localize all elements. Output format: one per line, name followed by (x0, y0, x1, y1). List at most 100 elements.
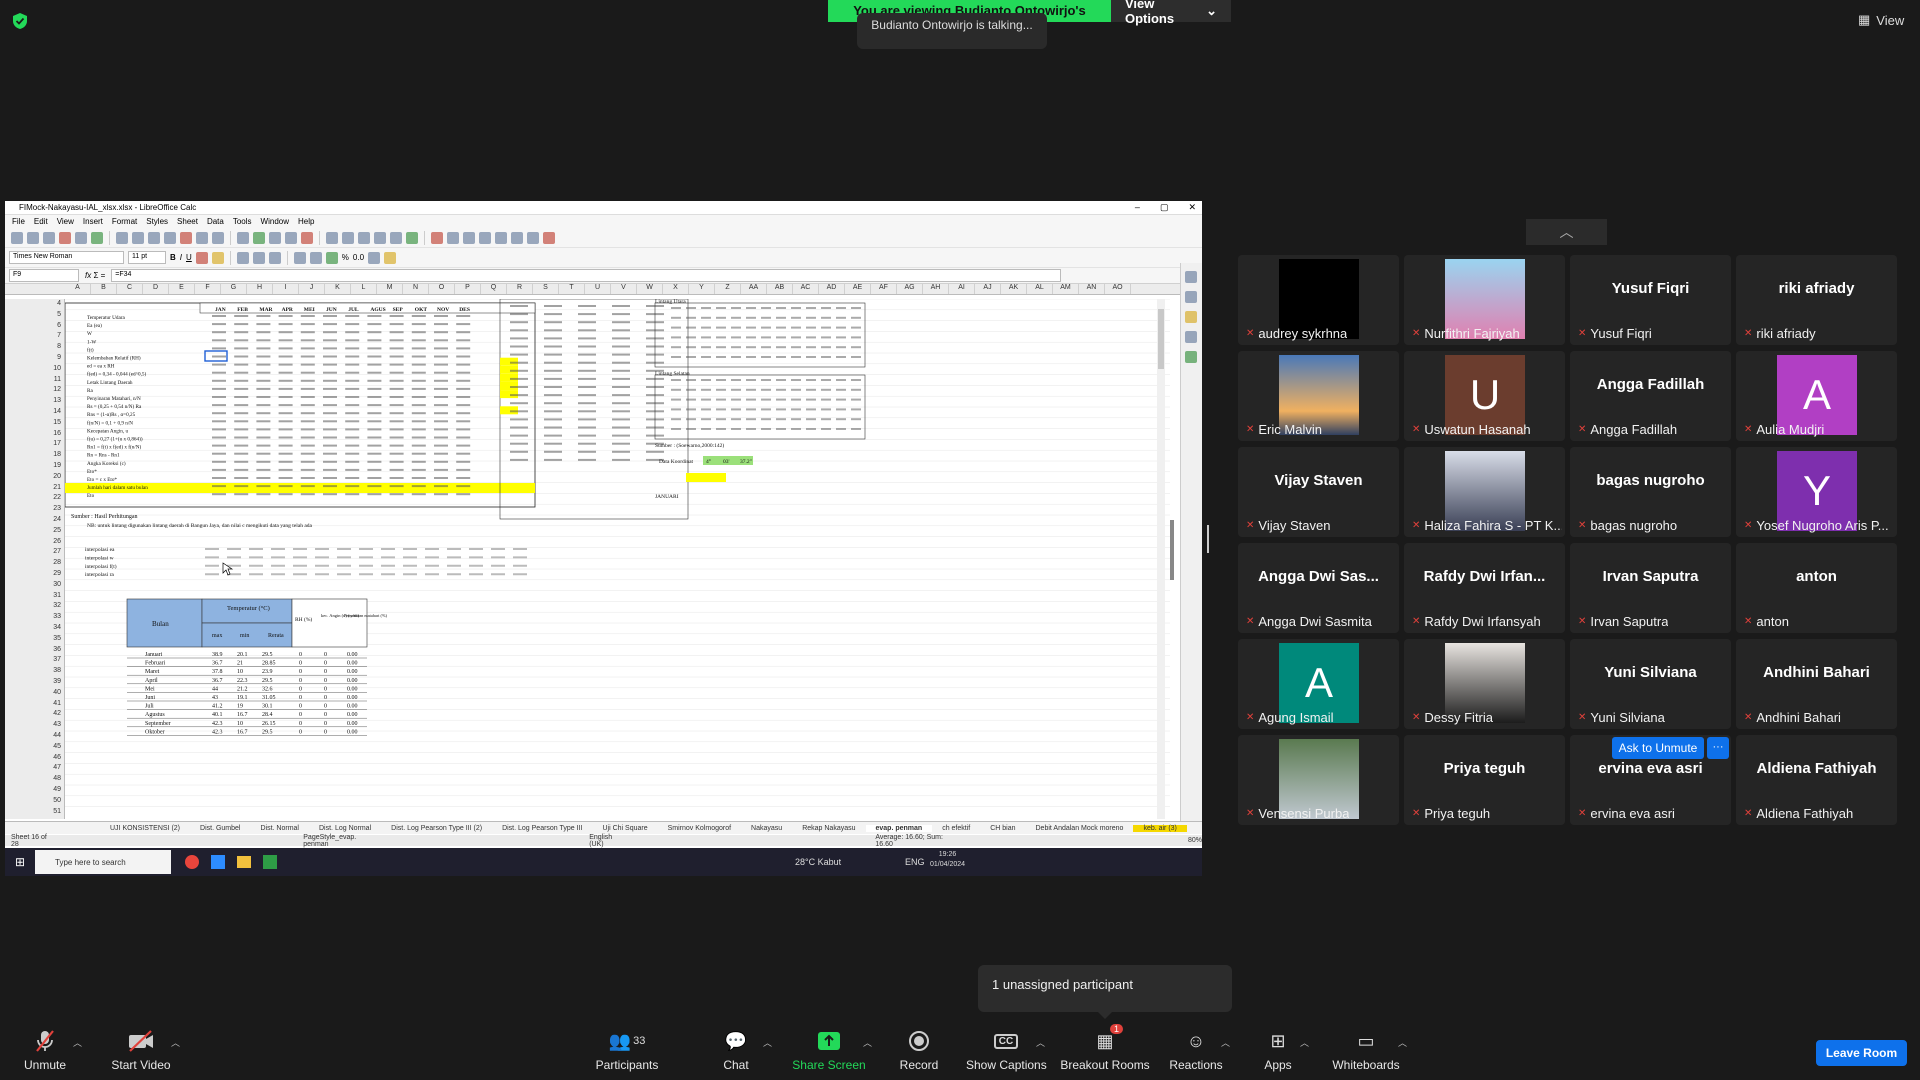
redo-icon[interactable] (212, 231, 224, 244)
row-number[interactable]: 30 (53, 580, 61, 590)
row-number[interactable]: 20 (53, 472, 61, 482)
participant-tile[interactable]: Aldiena Fathiyah ✕ Aldiena Fathiyah (1736, 735, 1897, 825)
percent-icon[interactable]: % (342, 253, 349, 262)
more-options-button[interactable]: ··· (1707, 737, 1729, 759)
sheet-tab[interactable]: Nakayasu (741, 825, 792, 832)
row-number[interactable]: 12 (53, 385, 61, 395)
minimize-icon[interactable]: – (1135, 202, 1140, 213)
participant-tile[interactable]: Y ✕ Yosef Nugroho Aris P... (1736, 447, 1897, 537)
view-options-button[interactable]: View Options ⌄ (1111, 0, 1231, 26)
chat-button[interactable]: 💬 Chat (716, 1028, 756, 1073)
column-header[interactable]: H (247, 284, 273, 294)
participant-tile[interactable]: Angga Fadillah ✕ Angga Fadillah (1570, 351, 1731, 441)
apps-caret-icon[interactable]: ︿ (1300, 1036, 1309, 1049)
row-number[interactable]: 44 (53, 731, 61, 741)
column-header[interactable]: P (455, 284, 481, 294)
spelling-icon[interactable] (253, 231, 265, 244)
participant-tile[interactable]: ✕ Haliza Fahira S - PT K... (1404, 447, 1565, 537)
column-header[interactable]: Z (715, 284, 741, 294)
clock[interactable]: 19:26 01/04/2024 (930, 850, 965, 870)
participants-button[interactable]: 👥 33 Participants (592, 1028, 662, 1073)
sheet-tab[interactable]: Smirnov Kolmogorof (658, 825, 741, 832)
functions-icon[interactable] (1185, 351, 1197, 363)
define-print-icon[interactable] (495, 231, 507, 244)
row-number[interactable]: 13 (53, 396, 61, 406)
sheet-tab[interactable]: evap. penman (865, 824, 933, 832)
participant-tile[interactable]: bagas nugroho ✕ bagas nugroho (1570, 447, 1731, 537)
row-number[interactable]: 25 (53, 526, 61, 536)
align-right-icon[interactable] (268, 251, 281, 264)
column-header[interactable]: N (403, 284, 429, 294)
row-number[interactable]: 45 (53, 742, 61, 752)
apps-button[interactable]: ⊞ Apps (1260, 1028, 1296, 1073)
security-shield-icon[interactable] (12, 12, 28, 30)
menu-item-window[interactable]: Window (261, 217, 289, 226)
column-header[interactable]: AN (1079, 284, 1105, 294)
styles-icon[interactable] (1185, 291, 1197, 303)
row-number[interactable]: 21 (53, 483, 61, 493)
column-header[interactable]: T (559, 284, 585, 294)
row-number[interactable]: 47 (53, 763, 61, 773)
currency-icon[interactable] (325, 251, 338, 264)
column-header[interactable]: AO (1105, 284, 1131, 294)
show-draw-icon[interactable] (543, 231, 555, 244)
print-preview-icon[interactable] (91, 231, 103, 244)
participant-tile[interactable]: riki afriady ✕ riki afriady (1736, 255, 1897, 345)
column-header[interactable]: AM (1053, 284, 1079, 294)
participant-tile[interactable]: ✕ Vensensi Purba (1238, 735, 1399, 825)
row-number[interactable]: 35 (53, 634, 61, 644)
row-number[interactable]: 34 (53, 623, 61, 633)
column-header[interactable]: U (585, 284, 611, 294)
column-header[interactable]: AD (819, 284, 845, 294)
row-number[interactable]: 33 (53, 612, 61, 622)
freeze-icon[interactable] (511, 231, 523, 244)
row-number[interactable]: 49 (53, 785, 61, 795)
borders-icon[interactable] (368, 251, 381, 264)
clone-icon[interactable] (164, 231, 176, 244)
menu-item-format[interactable]: Format (112, 217, 137, 226)
row-number[interactable]: 43 (53, 720, 61, 730)
row-number[interactable]: 14 (53, 407, 61, 417)
autofilter-icon[interactable] (358, 231, 370, 244)
row-number[interactable]: 42 (53, 709, 61, 719)
close-icon[interactable]: ✕ (1188, 202, 1196, 213)
align-left-icon[interactable] (236, 251, 249, 264)
column-header[interactable]: E (169, 284, 195, 294)
column-header[interactable]: A (65, 284, 91, 294)
navigator-icon[interactable] (1185, 331, 1197, 343)
sheet-tab[interactable]: Rekap Nakayasu (792, 825, 865, 832)
row-number[interactable]: 37 (53, 655, 61, 665)
properties-icon[interactable] (1185, 271, 1197, 283)
participant-tile[interactable]: ✕ Nurfithri Fajriyah (1404, 255, 1565, 345)
menu-item-file[interactable]: File (12, 217, 25, 226)
column-header[interactable]: C (117, 284, 143, 294)
image-icon[interactable] (374, 231, 386, 244)
column-header[interactable]: R (507, 284, 533, 294)
row-number[interactable]: 4 (57, 299, 61, 309)
column-header[interactable]: AG (897, 284, 923, 294)
breakout-rooms-button[interactable]: ▦ 1 Breakout Rooms (1060, 1024, 1150, 1072)
highlight-icon[interactable] (211, 251, 224, 264)
function-wizard-icon[interactable]: fx Σ = (85, 271, 105, 280)
column-header[interactable]: AF (871, 284, 897, 294)
share-screen-button[interactable]: Share Screen (792, 1028, 866, 1072)
video-caret-icon[interactable]: ︿ (171, 1036, 180, 1049)
ask-to-unmute-button[interactable]: Ask to Unmute (1612, 737, 1704, 759)
decimal-icon[interactable]: 0.0 (353, 253, 364, 262)
sheet-tab[interactable]: Dist. Log Pearson Type III (2) (381, 825, 492, 832)
menu-item-view[interactable]: View (57, 217, 74, 226)
split-icon[interactable] (527, 231, 539, 244)
paste-icon[interactable] (148, 231, 160, 244)
column-header[interactable]: J (299, 284, 325, 294)
sheet-tab[interactable]: Debit Andalan Mock moreno (1026, 825, 1134, 832)
sheet-tab[interactable]: Uji Chi Square (592, 825, 657, 832)
sheet-tab[interactable]: UJI KONSISTENSI (2) (100, 825, 190, 832)
font-name-box[interactable]: Times New Roman (9, 251, 124, 264)
column-header[interactable]: L (351, 284, 377, 294)
row-number[interactable]: 51 (53, 807, 61, 817)
whiteboards-caret-icon[interactable]: ︿ (1398, 1036, 1407, 1049)
link-icon[interactable] (447, 231, 459, 244)
menu-item-edit[interactable]: Edit (34, 217, 48, 226)
clear-icon[interactable] (180, 231, 192, 244)
windows-start-icon[interactable]: ⊞ (15, 855, 25, 869)
